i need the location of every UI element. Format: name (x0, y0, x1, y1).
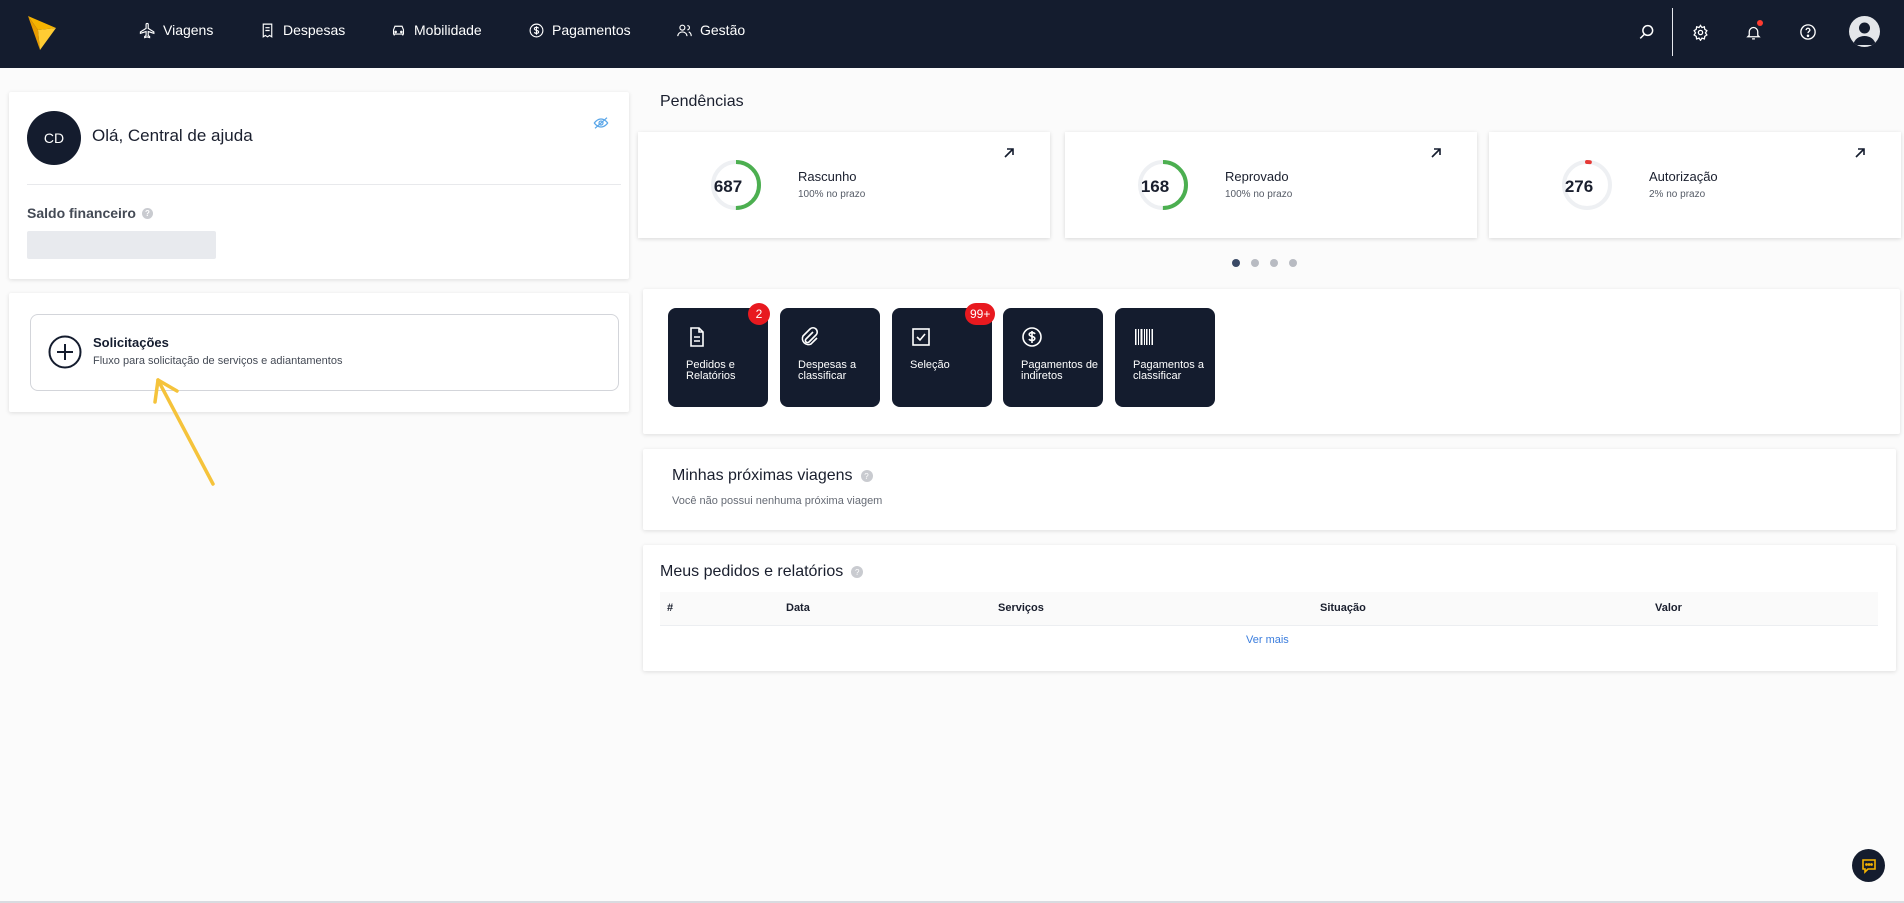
shortcut-pagamentos-indiretos[interactable]: Pagamentos de indiretos (1003, 308, 1103, 407)
arrow-up-right-icon[interactable] (1002, 146, 1016, 160)
pending-label: Autorização (1649, 169, 1718, 184)
count-badge: 99+ (965, 303, 996, 325)
plus-circle-icon (48, 335, 82, 369)
shortcut-label: Pedidos e Relatórios (686, 359, 736, 382)
dollar-icon (529, 23, 544, 37)
notifications-button[interactable] (1741, 20, 1765, 44)
document-icon (690, 327, 704, 347)
see-more-link[interactable]: Ver mais (1246, 634, 1289, 646)
search-button[interactable] (1635, 20, 1659, 44)
profile-card: CD Olá, Central de ajuda Saldo financeir… (9, 92, 629, 279)
nav-item-pagamentos[interactable]: Pagamentos (528, 20, 631, 40)
column-header-servicos[interactable]: Serviços (998, 602, 1044, 614)
dollar-circle-icon (1022, 327, 1042, 347)
requests-card: Solicitações Fluxo para solicitação de s… (9, 293, 629, 412)
orders-title: Meus pedidos e relatórios (660, 563, 844, 580)
shortcut-label: Pagamentos de indiretos (1021, 359, 1099, 382)
carousel-dot[interactable] (1270, 259, 1278, 267)
search-icon (1639, 24, 1654, 39)
orders-table-header: # Data Serviços Situação Valor (660, 592, 1878, 626)
carousel-dot[interactable] (1289, 259, 1297, 267)
shortcut-pagamentos-classificar[interactable]: Pagamentos a classificar (1115, 308, 1215, 407)
chat-icon (1861, 858, 1876, 874)
shortcut-label: Pagamentos a classificar (1133, 359, 1204, 382)
nav-item-viagens[interactable]: Viagens (139, 20, 213, 40)
nav-item-mobilidade[interactable]: Mobilidade (390, 20, 482, 40)
column-header-data[interactable]: Data (786, 602, 810, 614)
carousel-pagination (1232, 259, 1297, 267)
shortcut-selecao[interactable]: Seleção 99+ (892, 303, 996, 407)
count-badge: 2 (748, 303, 770, 325)
user-avatar-button[interactable] (1849, 16, 1880, 47)
carousel-dot[interactable] (1251, 259, 1259, 267)
pending-subtext: 100% no prazo (1225, 189, 1293, 200)
nav-item-label: Despesas (283, 22, 346, 38)
request-title: Solicitações (93, 335, 169, 350)
arrow-up-right-icon[interactable] (1429, 146, 1443, 160)
shortcut-label: Seleção (910, 359, 950, 371)
trips-title: Minhas próximas viagens (672, 467, 853, 484)
greeting-text: Olá, Central de ajuda (92, 126, 253, 145)
checkbox-icon (912, 328, 930, 346)
shortcut-pedidos-relatorios[interactable]: Pedidos e Relatórios 2 (668, 303, 770, 407)
pending-count: 276 (1564, 177, 1594, 196)
help-icon[interactable]: ? (860, 470, 873, 482)
shortcut-label: Despesas a classificar (798, 359, 857, 382)
avatar: CD (27, 111, 81, 165)
trips-header: Minhas próximas viagens ? (672, 467, 873, 485)
users-icon (677, 24, 692, 36)
nav-item-label: Mobilidade (414, 22, 482, 38)
user-avatar-icon (1853, 22, 1876, 45)
help-icon (1800, 24, 1816, 40)
eye-off-icon[interactable] (593, 116, 609, 130)
brand-logo[interactable] (26, 14, 58, 52)
help-icon[interactable]: ? (851, 566, 864, 578)
paperclip-icon (801, 326, 819, 346)
column-header-valor[interactable]: Valor (1655, 602, 1682, 614)
arrow-up-right-icon[interactable] (1853, 146, 1867, 160)
column-header-id[interactable]: # (667, 602, 673, 614)
pending-label: Rascunho (798, 169, 857, 184)
balance-label: Saldo financeiro ? (27, 205, 153, 221)
help-button[interactable] (1796, 20, 1820, 44)
pending-card-rascunho[interactable]: 687 Rascunho 100% no prazo (638, 132, 1050, 238)
column-header-situacao[interactable]: Situação (1320, 602, 1366, 614)
carousel-dot[interactable] (1232, 259, 1240, 267)
pending-count: 168 (1140, 177, 1170, 196)
bell-icon (1745, 26, 1761, 40)
pending-subtext: 2% no prazo (1649, 189, 1706, 200)
nav-item-despesas[interactable]: Despesas (259, 20, 345, 40)
nav-item-label: Gestão (700, 22, 746, 38)
shortcut-despesas-classificar[interactable]: Despesas a classificar (780, 308, 880, 407)
top-navbar: Viagens Despesas Mobilidade Pagamentos G… (0, 0, 1904, 68)
nav-item-label: Pagamentos (552, 22, 631, 38)
trips-empty-message: Você não possui nenhuma próxima viagem (672, 495, 883, 507)
chat-button[interactable] (1852, 849, 1885, 882)
balance-placeholder (27, 231, 216, 259)
car-icon (392, 25, 405, 35)
pending-subtext: 100% no prazo (798, 189, 866, 200)
trips-card: Minhas próximas viagens ? Você não possu… (643, 449, 1896, 530)
receipt-icon (262, 23, 273, 38)
pending-card-reprovado[interactable]: 168 Reprovado 100% no prazo (1065, 132, 1477, 238)
nav-item-label: Viagens (163, 22, 214, 38)
nav-item-gestao[interactable]: Gestão (676, 20, 745, 40)
toolbar-divider (1672, 8, 1673, 56)
pending-title: Pendências (660, 93, 744, 110)
pending-count: 687 (713, 177, 743, 196)
pending-card-autorizacao[interactable]: 276 Autorização 2% no prazo (1489, 132, 1901, 238)
orders-header: Meus pedidos e relatórios ? (660, 563, 864, 581)
annotation-arrow-icon (153, 378, 215, 486)
request-subtitle: Fluxo para solicitação de serviços e adi… (93, 355, 343, 367)
plane-icon (139, 22, 155, 38)
help-icon[interactable]: ? (141, 207, 153, 219)
barcode-icon (1135, 329, 1153, 345)
settings-button[interactable] (1688, 20, 1712, 44)
new-request-button[interactable]: Solicitações Fluxo para solicitação de s… (30, 314, 619, 391)
notification-dot (1757, 20, 1763, 26)
divider (27, 184, 621, 185)
balance-label-text: Saldo financeiro (27, 205, 136, 221)
gear-icon (1692, 23, 1708, 41)
pending-label: Reprovado (1225, 169, 1289, 184)
